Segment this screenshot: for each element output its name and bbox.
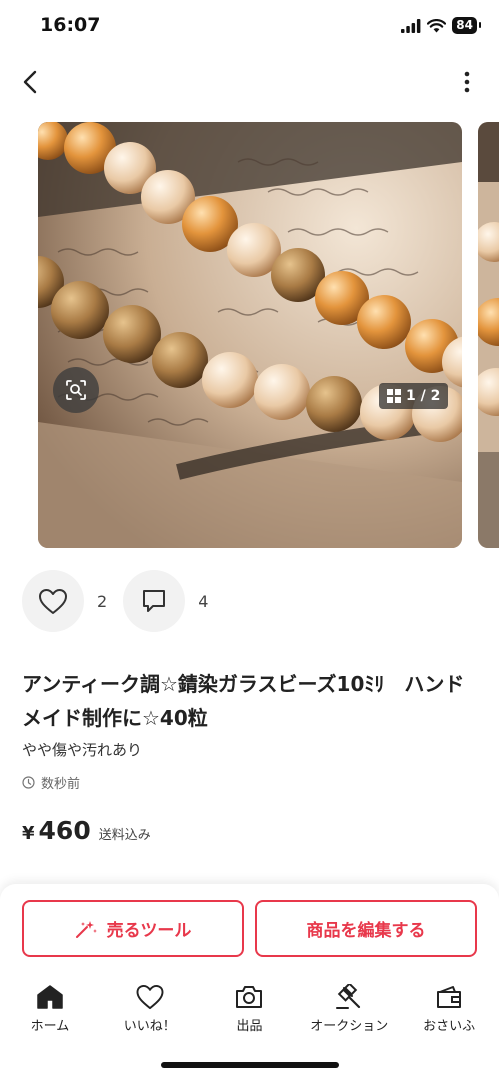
wifi-icon xyxy=(427,18,447,32)
wallet-icon xyxy=(437,986,462,1008)
like-button[interactable] xyxy=(22,570,84,632)
likes-count: 2 xyxy=(97,591,108,611)
home-indicator xyxy=(161,1062,339,1068)
more-vertical-icon xyxy=(464,71,470,93)
photo-counter[interactable]: 1 / 2 xyxy=(379,383,449,409)
photo-gallery[interactable] xyxy=(0,122,499,548)
back-button[interactable] xyxy=(14,66,46,98)
signal-icon xyxy=(401,18,421,33)
grid-icon xyxy=(387,389,401,403)
next-photo-image xyxy=(478,122,499,548)
product-title: アンティーク調☆錆染ガラスビーズ10ﾐﾘ ハンドメイド制作に☆40粒 xyxy=(22,672,465,730)
tab-home-label: ホーム xyxy=(30,1019,70,1034)
sparkle-wand-icon xyxy=(75,920,97,938)
tab-sell-label: 出品 xyxy=(236,1019,263,1034)
product-condition: やや傷や汚れあり xyxy=(22,741,143,759)
gavel-icon xyxy=(336,984,361,1009)
tab-likes-label: いいね！ xyxy=(123,1019,176,1034)
edit-item-button[interactable]: 商品を編集する xyxy=(255,900,477,957)
tab-wallet-label: おさいふ xyxy=(423,1019,476,1034)
price-symbol: ¥ xyxy=(22,823,35,844)
edit-item-label: 商品を編集する xyxy=(306,921,426,941)
heart-icon xyxy=(136,984,164,1010)
status-bar: 16:07 84 xyxy=(0,0,499,54)
status-time: 16:07 xyxy=(40,14,101,36)
image-search-icon xyxy=(66,380,86,400)
shipping-note: 送料込み xyxy=(98,828,151,843)
battery-indicator: 84 xyxy=(452,17,481,34)
chevron-left-icon xyxy=(23,70,37,94)
photo-counter-text: 1 / 2 xyxy=(406,388,441,404)
posted-time-text: 数秒前 xyxy=(41,777,81,792)
comment-icon xyxy=(143,590,166,612)
heart-outline-icon xyxy=(39,588,67,614)
reactions: 2 4 xyxy=(22,570,224,632)
top-nav xyxy=(0,60,499,104)
sell-tool-label: 売るツール xyxy=(106,921,192,941)
clock-icon xyxy=(22,776,35,789)
tab-bar: ホーム いいね！ 出品 オークション おさいふ xyxy=(0,980,499,1040)
product-photo[interactable] xyxy=(38,122,462,548)
more-options-button[interactable] xyxy=(455,66,479,98)
sell-tool-button[interactable]: 売るツール xyxy=(22,900,244,957)
tab-auction-label: オークション xyxy=(310,1019,389,1034)
tab-wallet[interactable]: おさいふ xyxy=(399,980,499,1040)
next-photo-preview[interactable] xyxy=(478,122,499,548)
comment-button[interactable] xyxy=(123,570,186,632)
tab-auction[interactable]: オークション xyxy=(299,980,399,1040)
tab-sell[interactable]: 出品 xyxy=(200,980,300,1040)
product-photo-image xyxy=(38,122,462,548)
status-icons: 84 xyxy=(401,17,481,34)
posted-time: 数秒前 xyxy=(22,773,80,792)
comments-count: 4 xyxy=(198,591,209,611)
tab-home[interactable]: ホーム xyxy=(0,980,100,1040)
bottom-panel: 売るツール 商品を編集する ホーム いいね！ 出品 オークション おさいふ xyxy=(0,884,499,1080)
price-amount: 460 xyxy=(38,816,91,845)
price: ¥ 460 送料込み xyxy=(22,816,151,845)
camera-icon xyxy=(236,986,263,1008)
image-search-button[interactable] xyxy=(53,367,99,413)
home-icon xyxy=(37,985,63,1009)
tab-likes[interactable]: いいね！ xyxy=(100,980,200,1040)
